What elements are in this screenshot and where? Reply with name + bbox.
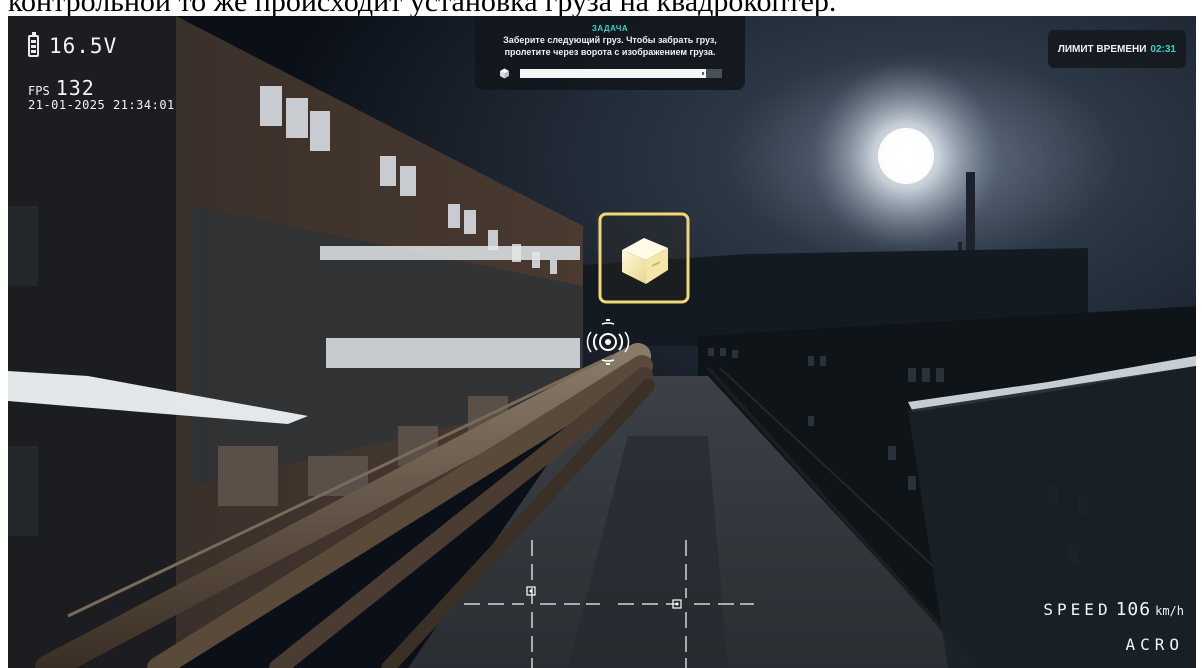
box-icon	[500, 68, 509, 79]
task-progress-bar	[520, 69, 722, 78]
battery-voltage: 16.5V	[49, 34, 118, 58]
center-reticle	[586, 319, 630, 365]
game-viewport[interactable]: 16.5V FPS 132 21-01-2025 21:34:01 ЗАДАЧА…	[8, 16, 1196, 668]
task-description-line-2: пролетите через ворота с изображением гр…	[504, 47, 716, 57]
datetime: 21-01-2025 21:34:01	[28, 98, 175, 112]
task-progress	[499, 68, 722, 79]
flight-mode: ACRO	[1125, 635, 1184, 654]
task-progress-fill	[520, 69, 706, 78]
battery-icon	[28, 32, 39, 57]
task-description-line-1: Заберите следующий груз. Чтобы забрать г…	[503, 35, 717, 45]
left-stick-indicator	[464, 540, 600, 668]
task-panel: ЗАДАЧА Заберите следующий груз. Чтобы за…	[475, 16, 745, 90]
fps-readout: FPS 132	[28, 76, 95, 100]
time-limit-badge: ЛИМИТ ВРЕМЕНИ 02:31	[1047, 30, 1186, 68]
speed-readout: SPEED 106 km/h	[1043, 599, 1184, 620]
cargo-gate	[598, 212, 690, 304]
time-limit-label: ЛИМИТ ВРЕМЕНИ	[1057, 43, 1147, 55]
battery-readout: 16.5V	[28, 32, 118, 58]
task-title: ЗАДАЧА	[591, 24, 629, 33]
task-progress-marker	[701, 72, 704, 75]
fps-value: 132	[55, 76, 95, 100]
speed-value: 106	[1115, 599, 1152, 620]
speed-label: SPEED	[1043, 600, 1112, 619]
speed-unit: km/h	[1155, 604, 1184, 618]
right-stick-indicator	[618, 540, 754, 668]
fps-label: FPS	[28, 84, 50, 98]
time-limit-value: 02:31	[1150, 43, 1176, 55]
